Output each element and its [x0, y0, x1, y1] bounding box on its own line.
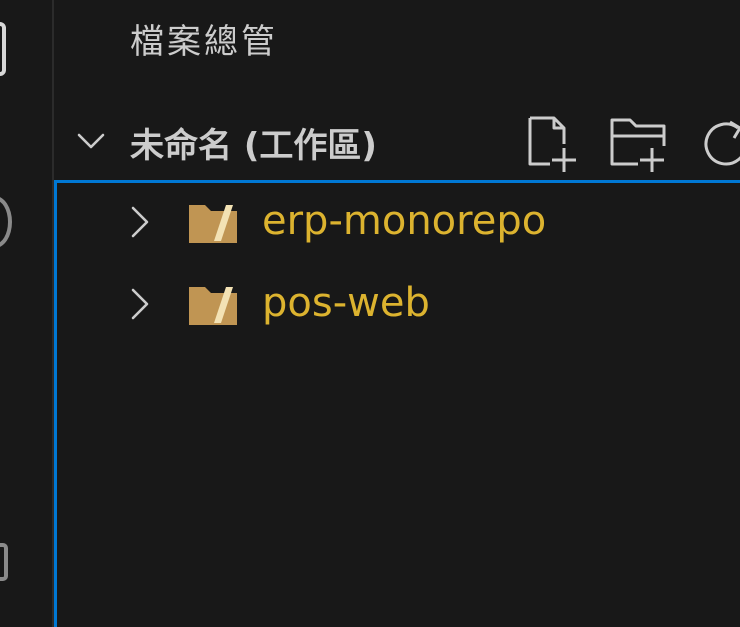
folder-tree: erp-monorepo pos-web: [54, 180, 740, 627]
chevron-down-icon[interactable]: [76, 126, 106, 156]
folder-label: pos-web: [262, 280, 430, 326]
explorer-icon[interactable]: [0, 22, 6, 76]
chevron-right-icon[interactable]: [127, 286, 153, 322]
extensions-icon[interactable]: [0, 543, 8, 581]
tree-row-pos-web[interactable]: pos-web: [57, 265, 740, 345]
search-icon[interactable]: [0, 196, 12, 248]
workspace-title: 未命名 (工作區): [130, 126, 377, 166]
refresh-icon[interactable]: [698, 114, 740, 174]
new-folder-icon[interactable]: [608, 114, 668, 174]
tree-row-erp-monorepo[interactable]: erp-monorepo: [57, 183, 740, 263]
activity-bar: [0, 0, 52, 627]
folder-icon: [189, 287, 237, 325]
folder-label: erp-monorepo: [262, 198, 547, 244]
explorer-title: 檔案總管: [130, 22, 278, 62]
new-file-icon[interactable]: [524, 114, 580, 174]
explorer-sidebar: 檔案總管 未命名 (工作區) erp-monorepo pos-web: [54, 0, 740, 627]
folder-icon: [189, 205, 237, 243]
chevron-right-icon[interactable]: [127, 204, 153, 240]
workspace-section-header[interactable]: 未命名 (工作區): [54, 108, 740, 176]
